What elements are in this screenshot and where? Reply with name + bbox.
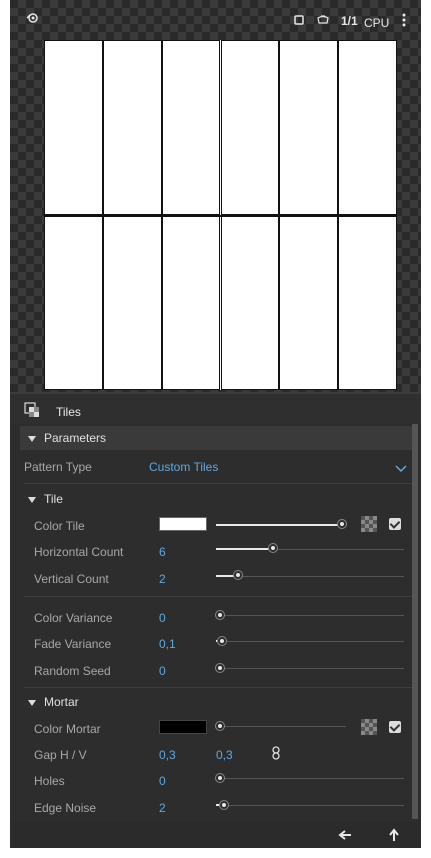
edge-noise-knob[interactable] bbox=[220, 801, 228, 809]
preview-viewport[interactable]: 1/1 CPU bbox=[10, 0, 421, 392]
color-tile-label: Color Tile bbox=[34, 519, 85, 533]
resolution-ratio[interactable]: 1/1 bbox=[341, 14, 358, 28]
pattern-type-label: Pattern Type bbox=[24, 460, 92, 474]
color-variance-track[interactable] bbox=[216, 615, 404, 616]
fade-variance-knob[interactable] bbox=[218, 637, 226, 645]
color-mortar-track[interactable] bbox=[216, 726, 346, 727]
color-mortar-texture-icon[interactable] bbox=[361, 719, 377, 735]
fade-variance-track[interactable] bbox=[216, 641, 404, 642]
eye-icon[interactable] bbox=[26, 12, 40, 27]
tile-preview-canvas bbox=[44, 40, 397, 390]
arrow-up-icon[interactable] bbox=[388, 828, 400, 845]
gap-v-value[interactable]: 0,3 bbox=[216, 748, 233, 762]
mortar-section-label: Mortar bbox=[44, 695, 79, 709]
horizontal-count-label: Horizontal Count bbox=[34, 545, 124, 559]
panel-scrollbar[interactable] bbox=[412, 424, 418, 819]
color-variance-value[interactable]: 0 bbox=[159, 611, 166, 625]
holes-knob[interactable] bbox=[216, 774, 224, 782]
panel-title: Tiles bbox=[56, 405, 81, 419]
tile bbox=[44, 40, 103, 215]
color-variance-knob[interactable] bbox=[216, 611, 224, 619]
chevron-down-icon[interactable] bbox=[395, 462, 407, 476]
panel-footer bbox=[10, 822, 421, 848]
divider bbox=[24, 687, 412, 688]
tile bbox=[220, 40, 280, 215]
arrow-left-icon[interactable] bbox=[338, 829, 352, 844]
viewport-toolbar: 1/1 CPU bbox=[10, 0, 421, 40]
collapse-triangle-icon bbox=[28, 435, 36, 442]
gap-label: Gap H / V bbox=[34, 748, 87, 762]
more-vertical-icon[interactable] bbox=[402, 13, 406, 30]
parameters-label: Parameters bbox=[44, 431, 107, 445]
horizontal-count-value[interactable]: 6 bbox=[159, 545, 166, 559]
vertical-count-track[interactable] bbox=[216, 576, 404, 577]
tile bbox=[161, 40, 221, 215]
horizontal-count-fill bbox=[216, 548, 273, 550]
pattern-type-select[interactable]: Custom Tiles bbox=[149, 460, 218, 474]
random-seed-track[interactable] bbox=[216, 668, 404, 669]
divider bbox=[24, 596, 412, 597]
fade-variance-label: Fade Variance bbox=[34, 637, 112, 651]
tile bbox=[220, 215, 280, 390]
tile bbox=[279, 215, 339, 390]
properties-panel: Tiles Parameters Pattern Type Custom Til… bbox=[10, 392, 421, 822]
holes-label: Holes bbox=[34, 774, 65, 788]
link-icon[interactable] bbox=[271, 746, 281, 763]
divider bbox=[24, 483, 412, 484]
vertical-count-knob[interactable] bbox=[234, 571, 242, 579]
tile bbox=[279, 40, 339, 215]
edge-noise-value[interactable]: 2 bbox=[159, 801, 166, 815]
tile bbox=[102, 40, 162, 215]
parameters-section-header[interactable]: Parameters bbox=[20, 426, 415, 450]
edge-noise-label: Edge Noise bbox=[34, 801, 97, 815]
color-mortar-checkbox[interactable] bbox=[389, 721, 401, 733]
random-seed-label: Random Seed bbox=[34, 664, 111, 678]
tile bbox=[338, 215, 397, 390]
collapse-triangle-icon bbox=[28, 699, 36, 706]
engine-label[interactable]: CPU bbox=[364, 16, 389, 30]
tile-section-label: Tile bbox=[44, 492, 63, 506]
color-tile-texture-icon[interactable] bbox=[361, 516, 377, 532]
color-tile-slider-fill bbox=[216, 524, 342, 526]
node-icon bbox=[24, 402, 40, 421]
fade-variance-value[interactable]: 0,1 bbox=[159, 637, 176, 651]
collapse-triangle-icon bbox=[28, 496, 36, 503]
mortar-section-toggle[interactable]: Mortar bbox=[28, 695, 79, 709]
teapot-icon[interactable] bbox=[316, 13, 330, 28]
vertical-count-label: Vertical Count bbox=[34, 572, 109, 586]
square-icon[interactable] bbox=[294, 14, 304, 28]
color-mortar-label: Color Mortar bbox=[34, 722, 101, 736]
edge-noise-track[interactable] bbox=[216, 805, 404, 806]
holes-track[interactable] bbox=[216, 778, 404, 779]
tile bbox=[102, 215, 162, 390]
tile bbox=[44, 215, 103, 390]
color-mortar-knob[interactable] bbox=[216, 722, 224, 730]
random-seed-knob[interactable] bbox=[216, 664, 224, 672]
holes-value[interactable]: 0 bbox=[159, 774, 166, 788]
tile-section-toggle[interactable]: Tile bbox=[28, 492, 63, 506]
color-tile-slider-knob[interactable] bbox=[338, 520, 346, 528]
mortar-line bbox=[44, 215, 397, 217]
tile bbox=[161, 215, 221, 390]
tile bbox=[338, 40, 397, 215]
panel-header: Tiles bbox=[10, 394, 421, 424]
horizontal-count-knob[interactable] bbox=[269, 544, 277, 552]
random-seed-value[interactable]: 0 bbox=[159, 664, 166, 678]
color-variance-label: Color Variance bbox=[34, 611, 113, 625]
vertical-count-value[interactable]: 2 bbox=[159, 572, 166, 586]
parameters-toggle[interactable]: Parameters bbox=[28, 431, 106, 445]
color-mortar-swatch[interactable] bbox=[159, 720, 207, 734]
color-tile-checkbox[interactable] bbox=[389, 518, 401, 530]
gap-h-value[interactable]: 0,3 bbox=[159, 748, 176, 762]
color-tile-swatch[interactable] bbox=[159, 517, 207, 531]
